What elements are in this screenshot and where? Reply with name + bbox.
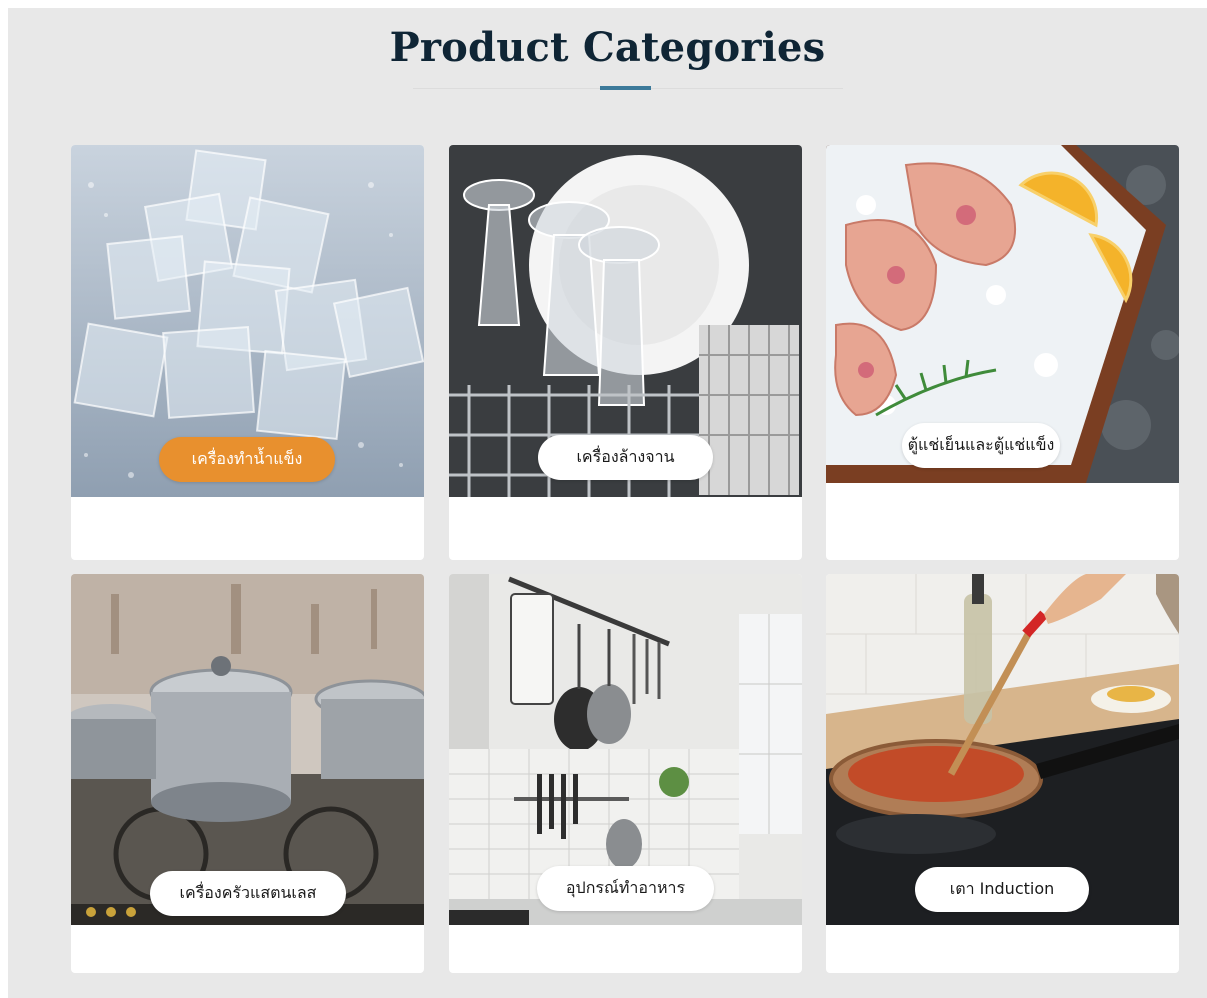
category-card-induction[interactable]: เตา Induction [826,574,1179,973]
heading: Product Categories [8,28,1207,68]
page-title: Product Categories [389,24,826,71]
category-label-ice-maker[interactable]: เครื่องทำน้ำแข็ง [159,437,335,482]
category-card-ice-maker[interactable]: เครื่องทำน้ำแข็ง [71,145,424,560]
category-card-kitchen-utensils[interactable]: อุปกรณ์ทำอาหาร [449,574,802,973]
category-card-dishwasher[interactable]: เครื่องล้างจาน [449,145,802,560]
title-accent-bar [600,86,651,90]
product-categories-section: Product Categories เครื่องทำน้ำแข็ง เครื… [8,8,1207,998]
category-card-stainless-cookware[interactable]: เครื่องครัวแสตนเลส [71,574,424,973]
category-card-refrigerator[interactable]: ตู้แช่เย็นและตู้แช่แข็ง [826,145,1179,560]
category-label-dishwasher[interactable]: เครื่องล้างจาน [538,435,713,480]
category-label-stainless-cookware[interactable]: เครื่องครัวแสตนเลส [150,871,346,916]
category-label-refrigerator[interactable]: ตู้แช่เย็นและตู้แช่แข็ง [902,423,1060,468]
category-label-kitchen-utensils[interactable]: อุปกรณ์ทำอาหาร [537,866,714,911]
category-label-induction[interactable]: เตา Induction [915,867,1089,912]
